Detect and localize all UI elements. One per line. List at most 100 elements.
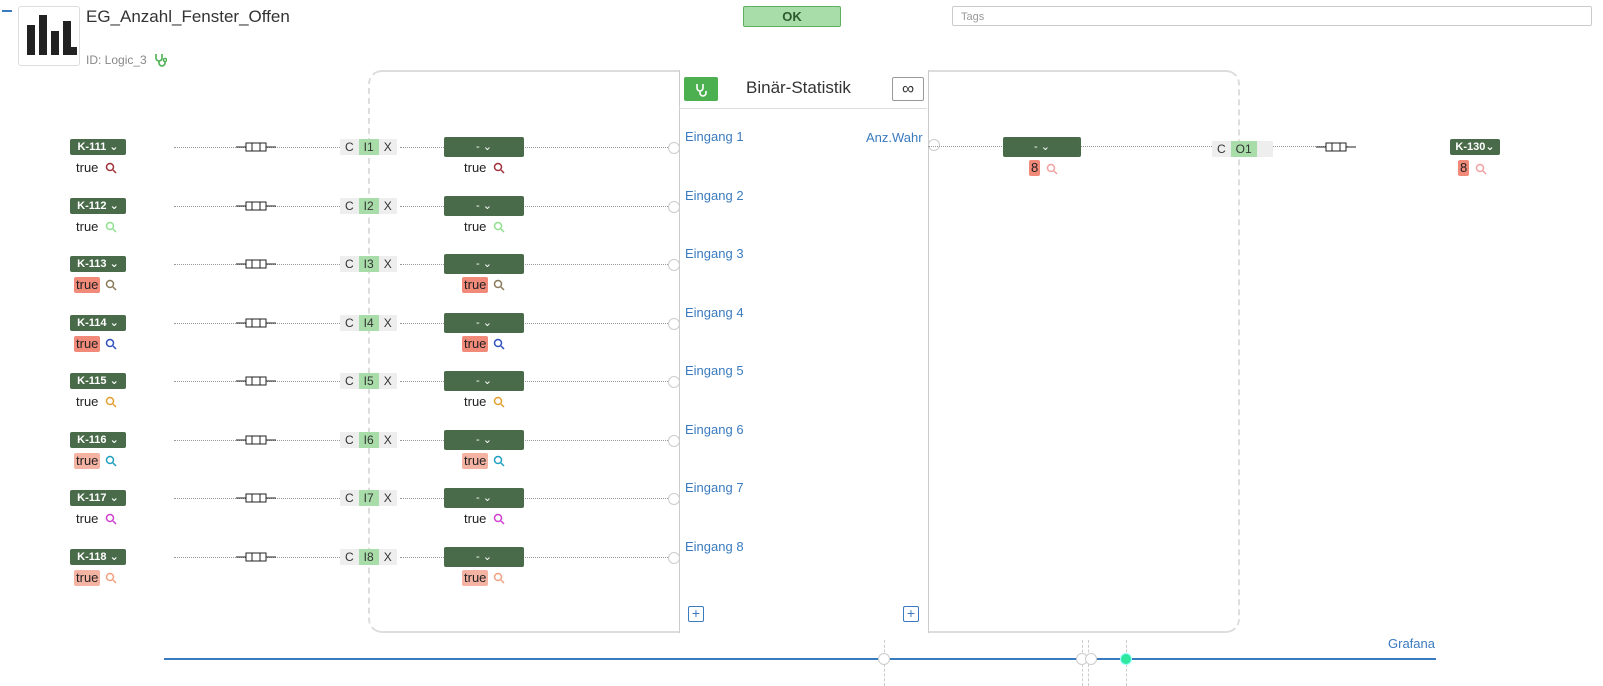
stethoscope-icon bbox=[696, 83, 707, 97]
magnifier-icon[interactable] bbox=[493, 455, 505, 467]
magnifier-icon[interactable] bbox=[493, 513, 505, 525]
input-select-button[interactable]: - ⌄ bbox=[444, 371, 524, 391]
infinity-button[interactable]: ∞ bbox=[892, 77, 924, 101]
magnifier-icon[interactable] bbox=[105, 572, 117, 584]
input-port-group: C I8 X bbox=[340, 549, 397, 565]
port-c[interactable]: C bbox=[340, 490, 359, 506]
port-input[interactable]: I3 bbox=[358, 256, 379, 272]
status-ok-button[interactable]: OK bbox=[743, 6, 841, 27]
port-c[interactable]: C bbox=[340, 256, 359, 272]
port-c[interactable]: C bbox=[340, 139, 359, 155]
input-port-group: C I4 X bbox=[340, 315, 397, 331]
magnifier-icon[interactable] bbox=[105, 338, 117, 350]
magnifier-icon[interactable] bbox=[493, 279, 505, 291]
magnifier-icon[interactable] bbox=[105, 279, 117, 291]
port-x[interactable]: X bbox=[378, 256, 397, 272]
connector-icon bbox=[236, 259, 276, 269]
port-c[interactable]: C bbox=[340, 373, 359, 389]
timeline-marker-active[interactable] bbox=[1120, 653, 1132, 665]
input-tag[interactable]: K-114 ⌄ bbox=[70, 315, 126, 331]
input-value2: true bbox=[464, 511, 487, 526]
port-input[interactable]: I6 bbox=[358, 432, 379, 448]
output-tag[interactable]: K-130⌄ bbox=[1450, 139, 1500, 155]
top-indicator bbox=[2, 10, 12, 12]
magnifier-icon[interactable] bbox=[105, 396, 117, 408]
input-tag[interactable]: K-116 ⌄ bbox=[70, 432, 126, 448]
page-title: EG_Anzahl_Fenster_Offen bbox=[86, 7, 290, 26]
input-tag[interactable]: K-111 ⌄ bbox=[70, 139, 126, 155]
input-select-button[interactable]: - ⌄ bbox=[444, 313, 524, 333]
port-input[interactable]: I7 bbox=[358, 490, 379, 506]
port-o1[interactable]: O1 bbox=[1230, 141, 1257, 157]
input-tag[interactable]: K-115 ⌄ bbox=[70, 373, 126, 389]
port-input[interactable]: I1 bbox=[358, 139, 379, 155]
magnifier-icon[interactable] bbox=[105, 513, 117, 525]
magnifier-icon[interactable] bbox=[493, 572, 505, 584]
input-tag[interactable]: K-117 ⌄ bbox=[70, 490, 126, 506]
input-select-button[interactable]: - ⌄ bbox=[444, 137, 524, 157]
output-port[interactable] bbox=[928, 139, 940, 151]
block-wire bbox=[400, 440, 672, 441]
input-select-button[interactable]: - ⌄ bbox=[444, 547, 524, 567]
magnifier-icon[interactable] bbox=[1046, 163, 1058, 175]
port-c[interactable]: C bbox=[340, 549, 359, 565]
magnifier-icon[interactable] bbox=[105, 162, 117, 174]
input-port[interactable] bbox=[668, 376, 680, 388]
input-value2-group: true bbox=[462, 160, 505, 176]
magnifier-icon[interactable] bbox=[105, 221, 117, 233]
add-output-icon[interactable]: + bbox=[903, 606, 919, 622]
block-wire bbox=[400, 264, 672, 265]
input-label: Eingang 3 bbox=[685, 246, 744, 261]
input-select-button[interactable]: - ⌄ bbox=[444, 196, 524, 216]
input-tag[interactable]: K-112 ⌄ bbox=[70, 198, 126, 214]
port-c[interactable]: C bbox=[1212, 141, 1231, 157]
grafana-link[interactable]: Grafana bbox=[1388, 636, 1435, 651]
port-input[interactable]: I5 bbox=[358, 373, 379, 389]
port-input[interactable]: I8 bbox=[358, 549, 379, 565]
tags-input[interactable]: Tags bbox=[952, 6, 1592, 26]
input-select-button[interactable]: - ⌄ bbox=[444, 488, 524, 508]
magnifier-icon[interactable] bbox=[493, 221, 505, 233]
timeline-marker[interactable] bbox=[1085, 653, 1097, 665]
port-x[interactable]: X bbox=[378, 432, 397, 448]
input-port[interactable] bbox=[668, 552, 680, 564]
port-c[interactable]: C bbox=[340, 315, 359, 331]
magnifier-icon[interactable] bbox=[493, 162, 505, 174]
port-input[interactable]: I4 bbox=[358, 315, 379, 331]
magnifier-icon[interactable] bbox=[1475, 163, 1487, 175]
connector-icon bbox=[236, 493, 276, 503]
input-select-button[interactable]: - ⌄ bbox=[444, 430, 524, 450]
port-x[interactable]: X bbox=[378, 315, 397, 331]
output-select-button[interactable]: - ⌄ bbox=[1003, 137, 1081, 157]
timeline-marker[interactable] bbox=[878, 653, 890, 665]
input-value: true bbox=[76, 511, 99, 526]
input-port[interactable] bbox=[668, 318, 680, 330]
input-port-group: C I7 X bbox=[340, 490, 397, 506]
stethoscope-icon[interactable] bbox=[153, 53, 167, 67]
input-value2: true bbox=[462, 277, 489, 293]
port-c[interactable]: C bbox=[340, 198, 359, 214]
magnifier-icon[interactable] bbox=[105, 455, 117, 467]
port-input[interactable]: I2 bbox=[358, 198, 379, 214]
input-port[interactable] bbox=[668, 493, 680, 505]
input-port[interactable] bbox=[668, 201, 680, 213]
input-port[interactable] bbox=[668, 142, 680, 154]
input-select-button[interactable]: - ⌄ bbox=[444, 254, 524, 274]
input-port[interactable] bbox=[668, 259, 680, 271]
port-x[interactable]: X bbox=[378, 373, 397, 389]
port-x[interactable]: X bbox=[378, 198, 397, 214]
input-value-group: true bbox=[74, 511, 117, 527]
add-input-icon[interactable]: + bbox=[688, 606, 704, 622]
port-x[interactable]: X bbox=[378, 139, 397, 155]
port-c[interactable]: C bbox=[340, 432, 359, 448]
input-tag[interactable]: K-118 ⌄ bbox=[70, 549, 126, 565]
port-x[interactable]: X bbox=[378, 490, 397, 506]
input-label: Eingang 2 bbox=[685, 188, 744, 203]
block-debug-button[interactable] bbox=[684, 77, 718, 101]
magnifier-icon[interactable] bbox=[493, 338, 505, 350]
input-port[interactable] bbox=[668, 435, 680, 447]
magnifier-icon[interactable] bbox=[493, 396, 505, 408]
input-tag[interactable]: K-113 ⌄ bbox=[70, 256, 126, 272]
port-x[interactable]: X bbox=[378, 549, 397, 565]
input-value-group: true bbox=[74, 160, 117, 176]
